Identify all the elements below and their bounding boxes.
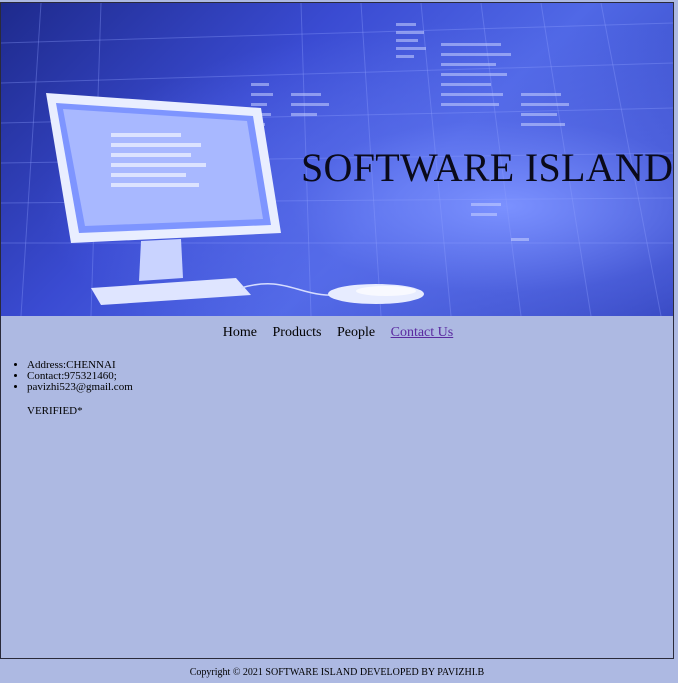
contact-details-list: Address:CHENNAI Contact:975321460; paviz… (1, 360, 133, 393)
site-title: SOFTWARE ISLAND (301, 145, 673, 190)
nav-contact-us-link[interactable]: Contact Us (391, 325, 454, 341)
contact-email: pavizhi523@gmail.com (27, 382, 133, 393)
verified-label: VERIFIED* (27, 405, 83, 417)
nav-people-link[interactable]: People (337, 325, 375, 341)
nav-products-link[interactable]: Products (273, 325, 322, 341)
nav-home-link[interactable]: Home (223, 325, 257, 341)
page-frame: SOFTWARE ISLAND Home Products People Con… (0, 2, 674, 659)
main-nav: Home Products People Contact Us (1, 325, 675, 341)
footer-copyright: Copyright © 2021 SOFTWARE ISLAND DEVELOP… (189, 667, 485, 678)
header-banner: SOFTWARE ISLAND (1, 3, 673, 316)
